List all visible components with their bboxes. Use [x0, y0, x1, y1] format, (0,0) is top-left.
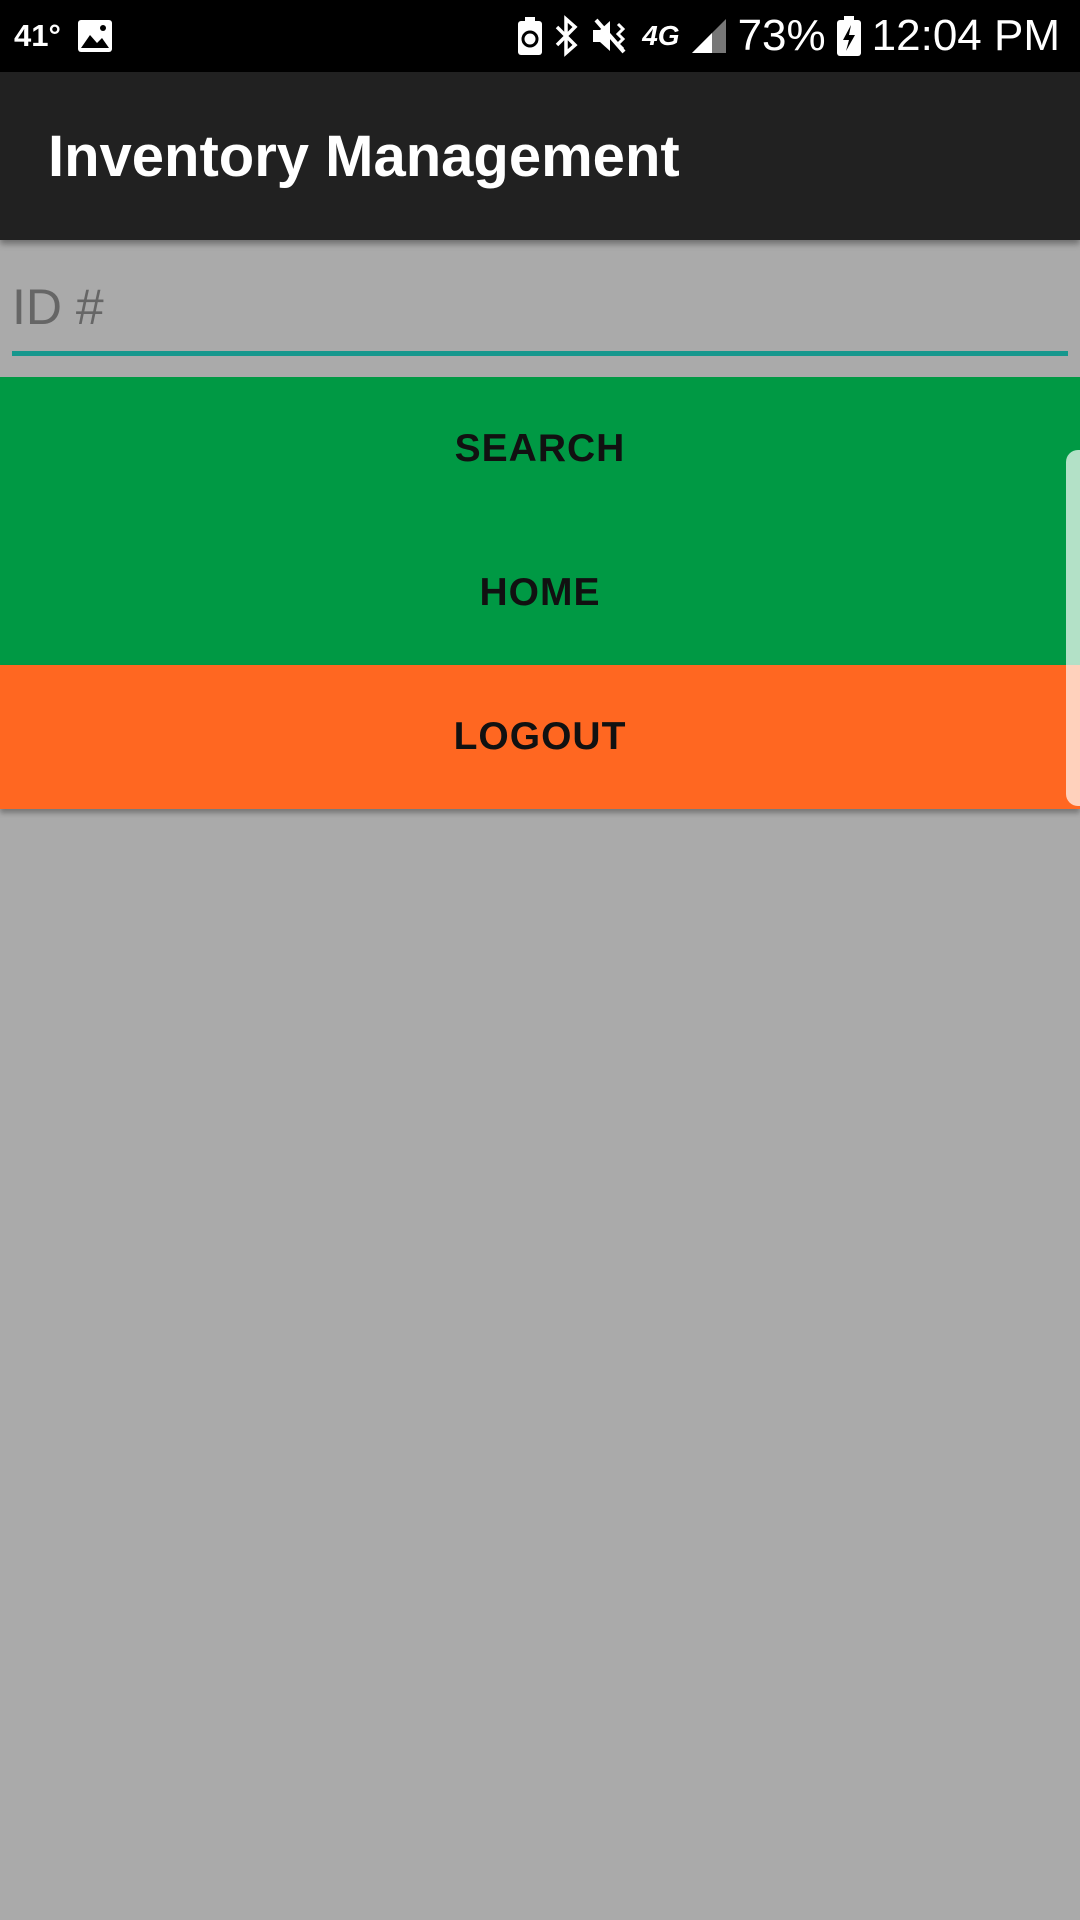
logout-button[interactable]: LOGOUT [0, 665, 1080, 809]
id-input[interactable] [12, 262, 1068, 352]
temperature-text: 41° [14, 18, 61, 53]
battery-charging-icon [836, 15, 862, 57]
status-bar: 41° 4G 73% 12:04 PM [0, 0, 1080, 72]
vibrate-mute-icon [590, 16, 632, 56]
bluetooth-icon [554, 15, 580, 57]
status-bar-right: 4G 73% 12:04 PM [516, 0, 1060, 72]
battery-percent-text: 73% [737, 11, 826, 60]
id-field[interactable] [12, 262, 1068, 356]
network-type-text: 4G [642, 20, 680, 51]
search-button[interactable]: SEARCH [0, 377, 1080, 521]
status-bar-left: 41° [14, 0, 113, 72]
edge-panel-handle[interactable] [1066, 450, 1080, 806]
home-button[interactable]: HOME [0, 521, 1080, 665]
app-title: Inventory Management [48, 123, 680, 189]
lte-icon: 4G [642, 20, 679, 52]
id-field-underline [12, 351, 1068, 356]
gallery-icon [77, 19, 113, 53]
app-bar: Inventory Management [0, 72, 1080, 240]
signal-icon [690, 17, 728, 55]
time-text: 12:04 PM [871, 11, 1060, 60]
battery-saver-icon [516, 16, 544, 56]
